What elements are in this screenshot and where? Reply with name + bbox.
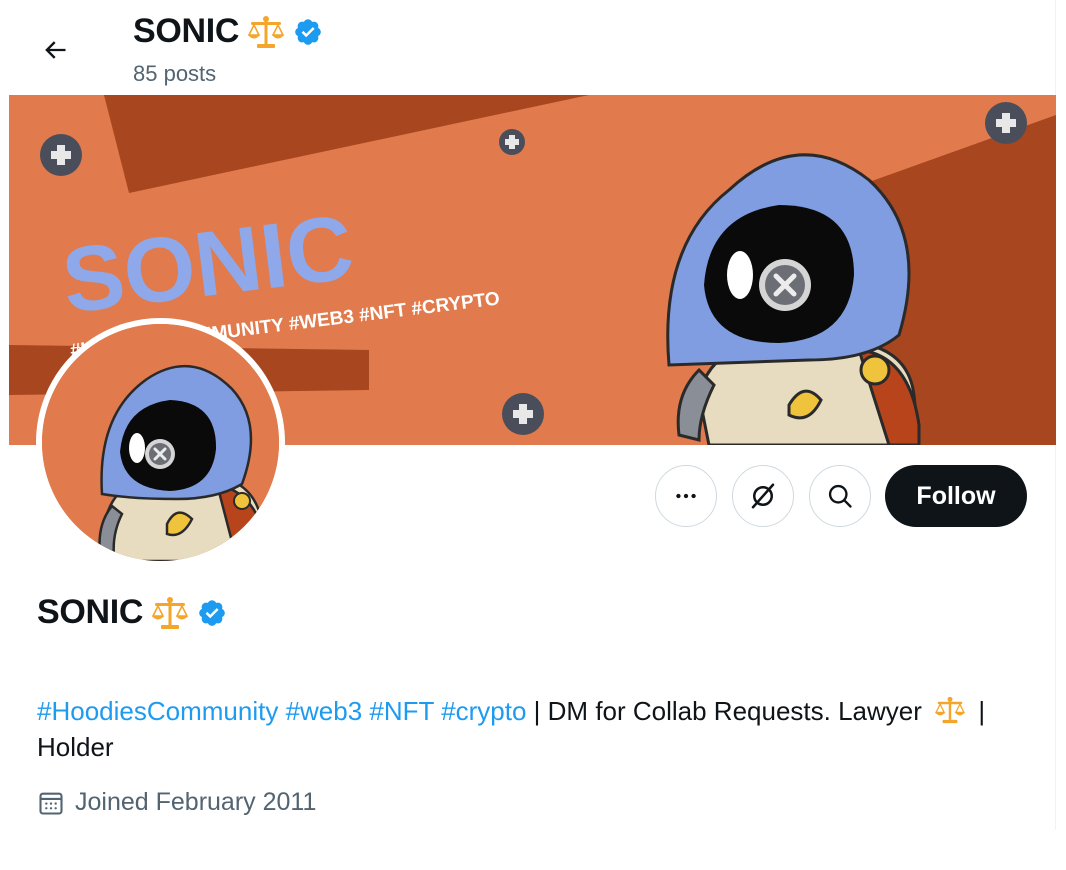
bio-text: | DM for Collab Requests. Lawyer xyxy=(526,696,930,726)
search-button[interactable] xyxy=(809,465,871,527)
scales-emoji-icon xyxy=(933,696,967,724)
scales-emoji-icon xyxy=(247,15,285,49)
arrow-left-icon xyxy=(45,41,66,59)
more-button[interactable] xyxy=(655,465,717,527)
back-button[interactable] xyxy=(33,28,77,72)
grok-button[interactable] xyxy=(732,465,794,527)
hashtag-link[interactable]: #HoodiesCommunity xyxy=(37,696,278,726)
joined-text: Joined February 2011 xyxy=(75,788,317,816)
calendar-icon xyxy=(37,789,65,817)
plus-badge-icon xyxy=(502,393,544,435)
plus-badge-icon xyxy=(985,102,1027,144)
verified-badge-icon[interactable] xyxy=(197,598,227,628)
plus-badge-icon xyxy=(499,129,525,155)
search-icon xyxy=(828,484,852,508)
profile-display-name: SONIC xyxy=(37,593,144,631)
hashtag-link[interactable]: #web3 xyxy=(286,696,363,726)
verified-badge-icon[interactable] xyxy=(293,17,323,47)
more-icon xyxy=(676,493,696,499)
post-count: 85 posts xyxy=(133,61,217,86)
profile-name: SONIC xyxy=(37,593,227,632)
follow-button[interactable]: Follow xyxy=(885,465,1027,527)
hashtag-link[interactable]: #crypto xyxy=(441,696,526,726)
plus-badge-icon xyxy=(40,134,82,176)
grok-icon xyxy=(751,483,775,509)
profile-column: SONIC 85 posts SONIC #HOODIESCOMMUNITY #… xyxy=(9,0,1056,830)
header-title: SONIC xyxy=(133,12,323,51)
hashtag-link[interactable]: #NFT xyxy=(369,696,434,726)
profile-avatar[interactable] xyxy=(36,318,285,567)
profile-bio: #HoodiesCommunity #web3 #NFT #crypto | D… xyxy=(37,693,1037,765)
avatar-image xyxy=(42,324,279,561)
profile-page: SONIC 85 posts SONIC #HOODIESCOMMUNITY #… xyxy=(0,0,1066,870)
scales-emoji-icon xyxy=(151,596,189,630)
joined-date: Joined February 2011 xyxy=(37,788,316,817)
header-name: SONIC xyxy=(133,12,240,50)
